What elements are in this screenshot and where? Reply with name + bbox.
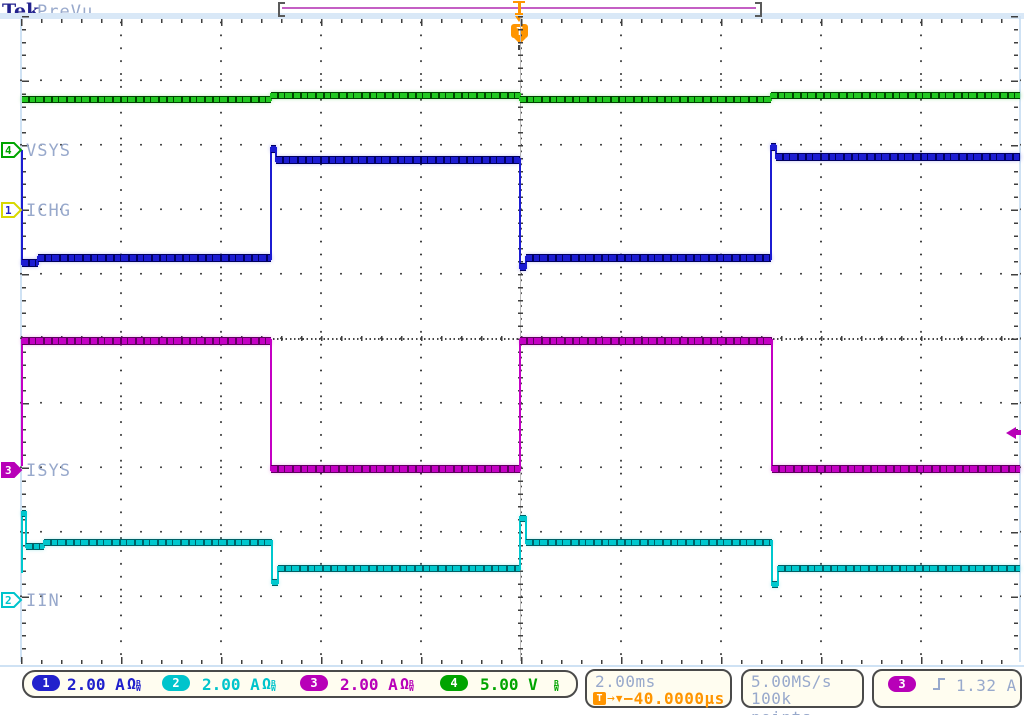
ch4-ref-marker: 4 xyxy=(1,141,23,159)
ch1-scale: 2.00 A xyxy=(67,675,125,694)
ch2-ref-number: 2 xyxy=(5,594,12,607)
waveform-layer xyxy=(0,0,1024,715)
ch1-coupling-icon: ΩBW xyxy=(127,674,141,694)
record-length: 100k points xyxy=(751,689,862,715)
isys-trace-segment xyxy=(771,339,773,471)
ch3-scale: 2.00 A xyxy=(340,675,398,694)
arrow-right-icon: → xyxy=(607,691,615,706)
isys-trace-segment xyxy=(271,466,520,472)
trigger-box: 3 1.32 A xyxy=(872,669,1022,708)
ch4-ref-number: 4 xyxy=(5,144,12,157)
ichg-trace-segment xyxy=(519,158,521,269)
iin-trace-segment xyxy=(278,566,520,571)
ch4-bw-icon: BW xyxy=(554,674,559,694)
iin-trace-segment xyxy=(271,540,273,584)
ch1-badge: 1 xyxy=(32,675,60,691)
rising-edge-icon xyxy=(932,676,946,692)
ch3-ref-marker: 3 xyxy=(1,461,23,479)
isys-trace-segment xyxy=(270,339,272,471)
isys-trace-segment xyxy=(772,466,1020,472)
iin-trace-segment xyxy=(519,516,521,570)
vsys-trace-segment xyxy=(271,93,520,98)
ch2-badge: 2 xyxy=(162,675,190,691)
ichg-trace-segment xyxy=(776,154,1020,160)
iin-trace-segment xyxy=(526,540,772,545)
ch2-ref-marker: 2 xyxy=(1,591,23,609)
ch2-omega: Ω xyxy=(262,675,271,693)
iin-trace-segment xyxy=(21,511,23,573)
isys-trace-segment xyxy=(21,339,23,466)
ch4-label: VSYS xyxy=(26,141,71,161)
ch1-ref-marker: 1 xyxy=(1,201,23,219)
timebase-t-icon: T xyxy=(593,692,606,705)
ch2-label: IIN xyxy=(26,591,60,611)
vsys-trace-segment xyxy=(520,97,771,102)
ch4-bw-w: W xyxy=(554,686,559,691)
trigger-source-badge: 3 xyxy=(888,676,916,692)
timebase-box: 2.00ms T → ▼ −40.0000µs xyxy=(585,669,732,708)
ichg-trace-segment xyxy=(526,255,771,261)
isys-trace-segment xyxy=(519,339,521,471)
ch1-ref-number: 1 xyxy=(5,204,12,217)
ch4-badge: 4 xyxy=(440,675,468,691)
triangle-down-icon: ▼ xyxy=(616,692,623,705)
ch1-label: ICHG xyxy=(26,201,71,221)
ichg-trace-segment xyxy=(276,157,520,163)
ch3-coupling-icon: ΩBW xyxy=(400,674,414,694)
ch2-bw-w: W xyxy=(271,686,276,691)
trigger-level-arrow-tail xyxy=(1016,430,1021,435)
ichg-trace-segment xyxy=(38,255,271,261)
isys-trace-segment xyxy=(22,338,271,344)
channel-readout-box: 1 2.00 A ΩBW 2 2.00 A ΩBW 3 2.00 A ΩBW 4… xyxy=(22,670,578,698)
iin-trace-segment xyxy=(778,566,1020,571)
ch2-coupling-icon: ΩBW xyxy=(262,674,276,694)
vsys-trace-segment xyxy=(22,97,271,102)
acquisition-box: 5.00MS/s 100k points xyxy=(741,669,864,708)
ch3-badge: 3 xyxy=(300,675,328,691)
iin-trace-segment xyxy=(26,544,44,549)
vsys-trace-segment xyxy=(771,93,1020,98)
ch2-scale: 2.00 A xyxy=(202,675,260,694)
ch1-omega: Ω xyxy=(127,675,136,693)
trigger-position-value: −40.0000µs xyxy=(623,689,724,708)
ch3-label: ISYS xyxy=(26,461,71,481)
oscilloscope-screen: Tek PreVu T 4 VSYS 1 ICHG 3 xyxy=(0,0,1024,715)
ch3-bw-w: W xyxy=(409,686,414,691)
ch4-scale: 5.00 V xyxy=(480,675,538,694)
ch1-bw-w: W xyxy=(136,686,141,691)
iin-trace-segment xyxy=(25,511,27,548)
trigger-level-value: 1.32 A xyxy=(956,676,1017,695)
ichg-trace-segment xyxy=(270,147,272,260)
ichg-trace-segment xyxy=(22,260,38,266)
iin-trace-segment xyxy=(44,540,272,545)
trigger-position-readout: T → ▼ −40.0000µs xyxy=(593,689,725,708)
isys-trace-segment xyxy=(520,338,772,344)
ch3-omega: Ω xyxy=(400,675,409,693)
iin-trace-segment xyxy=(771,540,773,586)
ichg-trace-segment xyxy=(770,145,772,260)
ch3-ref-number: 3 xyxy=(5,464,12,477)
trigger-level-arrow-icon xyxy=(1006,427,1016,439)
